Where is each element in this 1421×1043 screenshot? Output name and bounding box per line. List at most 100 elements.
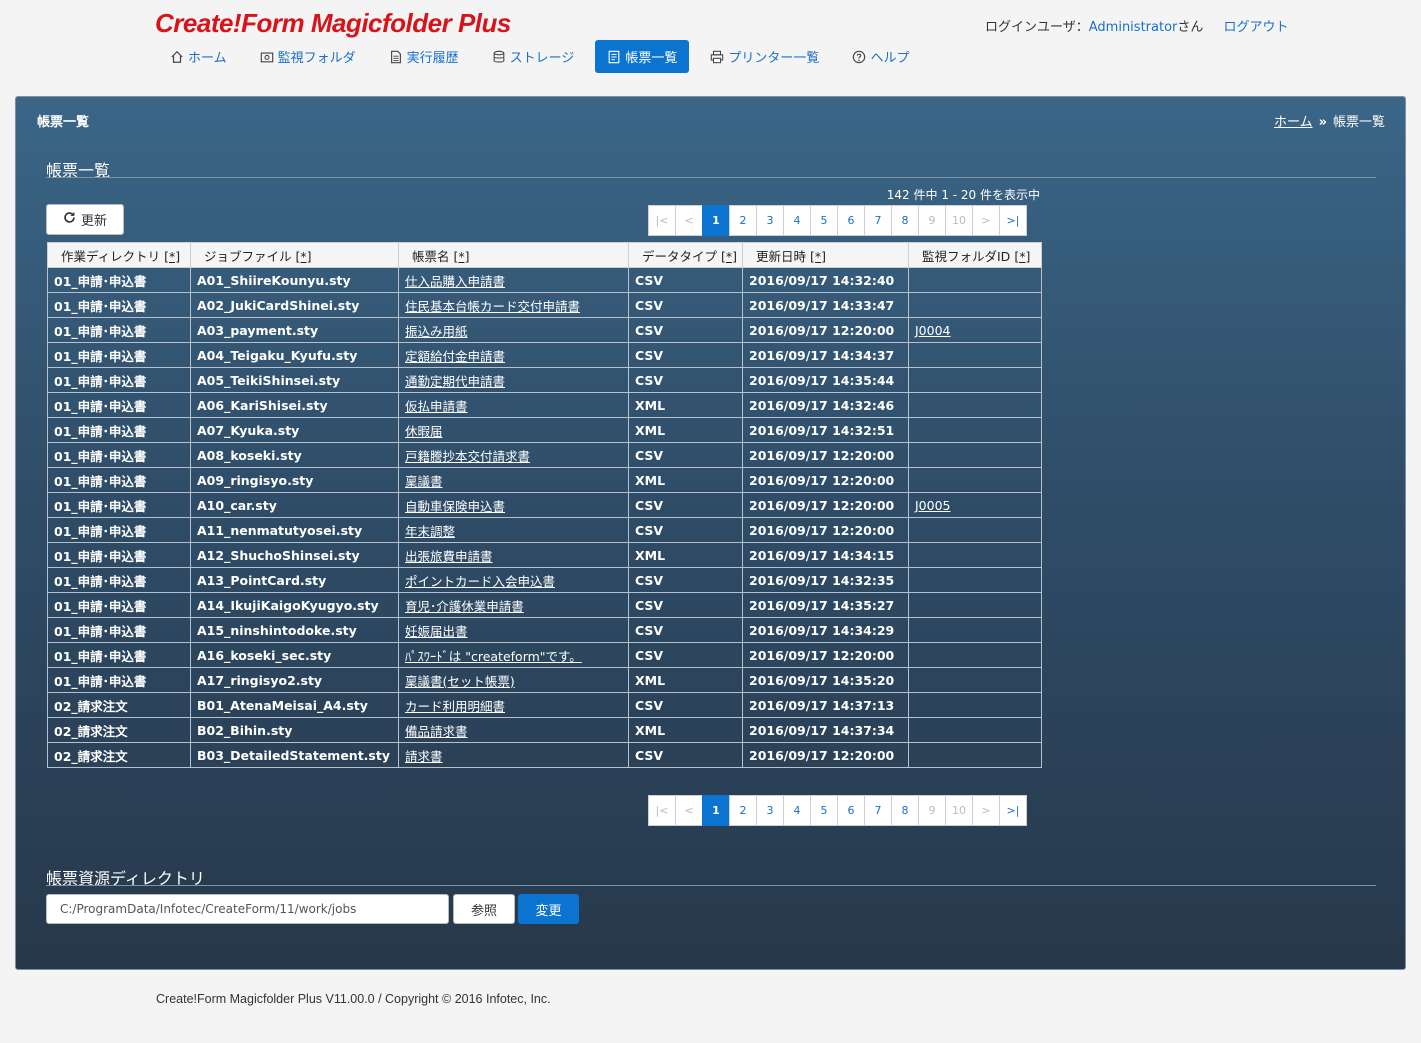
table-row: 01_申請･申込書 A10_car.sty 自動車保険申込書 CSV 2016/09/1…	[47, 492, 1042, 518]
work-dir-cell: 01_申請･申込書	[47, 567, 191, 593]
nav-history[interactable]: 実行履歴	[377, 40, 471, 73]
column-header-label: 更新日時	[756, 248, 807, 264]
form-name-link[interactable]: カード利用明細書	[398, 692, 629, 718]
logout-link[interactable]: ログアウト	[1224, 20, 1289, 35]
watch-folder-id-link[interactable]: J0005	[908, 492, 1042, 518]
form-name-link[interactable]: 振込み用紙	[398, 317, 629, 343]
form-name-link[interactable]: 請求書	[398, 742, 629, 768]
page-link[interactable]: 1	[702, 205, 730, 236]
form-name-link[interactable]: 通勤定期代申請書	[398, 367, 629, 393]
job-file-cell: B01_AtenaMeisai_A4.sty	[190, 692, 399, 718]
form-name-link[interactable]: 自動車保険申込書	[398, 492, 629, 518]
sort-link[interactable]: [*]	[296, 249, 312, 264]
work-dir-cell: 01_申請･申込書	[47, 542, 191, 568]
form-name-link[interactable]: 備品請求書	[398, 717, 629, 743]
work-dir-cell: 01_申請･申込書	[47, 592, 191, 618]
page-link: 9	[918, 205, 946, 236]
page-link[interactable]: 6	[837, 795, 865, 826]
job-file-cell: A16_koseki_sec.sty	[190, 642, 399, 668]
table-row: 01_申請･申込書 A17_ringisyo2.sty 稟議書(セット帳票) XML 2…	[47, 667, 1042, 693]
form-name-link[interactable]: 稟議書	[398, 467, 629, 493]
sort-link[interactable]: [*]	[1014, 249, 1030, 264]
page-link[interactable]: 8	[891, 205, 919, 236]
table-row: 02_請求注文 B02_Bihin.sty 備品請求書 XML 2016/09/17 1…	[47, 717, 1042, 743]
page-link[interactable]: 2	[729, 205, 757, 236]
sort-link[interactable]: [*]	[810, 249, 826, 264]
watch-folder-id-link	[908, 567, 1042, 593]
watch-folder-id-link[interactable]: J0004	[908, 317, 1042, 343]
job-file-cell: A01_ShiireKounyu.sty	[190, 267, 399, 293]
sort-link[interactable]: [*]	[164, 249, 180, 264]
page-link[interactable]: 6	[837, 205, 865, 236]
page-link[interactable]: 7	[864, 795, 892, 826]
form-name-link[interactable]: 年末調整	[398, 517, 629, 543]
sort-link[interactable]: [*]	[454, 249, 470, 264]
sort-link[interactable]: [*]	[721, 249, 737, 264]
table-row: 01_申請･申込書 A14_IkujiKaigoKyugyo.sty 育児･介護休業…	[47, 592, 1042, 618]
watch-folder-id-link	[908, 392, 1042, 418]
page-link[interactable]: 1	[702, 795, 730, 826]
form-name-link[interactable]: ポイントカード入会申込書	[398, 567, 629, 593]
data-type-cell: CSV	[628, 267, 743, 293]
form-name-link[interactable]: 育児･介護休業申請書	[398, 592, 629, 618]
form-name-link[interactable]: 戸籍謄抄本交付請求書	[398, 442, 629, 468]
data-type-cell: CSV	[628, 642, 743, 668]
nav-forms[interactable]: 帳票一覧	[595, 40, 690, 73]
page-link[interactable]: 5	[810, 205, 838, 236]
form-name-link[interactable]: ﾊﾟｽﾜｰﾄﾞは "createform"です。	[398, 642, 629, 668]
form-name-link[interactable]: 稟議書(セット帳票)	[398, 667, 629, 693]
page-link[interactable]: 7	[864, 205, 892, 236]
table-row: 01_申請･申込書 A13_PointCard.sty ポイントカード入会申込書 CS…	[47, 567, 1042, 593]
page-link: >	[972, 205, 1000, 236]
page-link[interactable]: 3	[756, 795, 784, 826]
app-logo[interactable]: Create!Form Magicfolder Plus	[155, 8, 511, 39]
watch-folder-id-link	[908, 617, 1042, 643]
updated-at-cell: 2016/09/17 12:20:00	[742, 517, 909, 543]
data-type-cell: CSV	[628, 692, 743, 718]
form-name-link[interactable]: 仮払申請書	[398, 392, 629, 418]
nav-watch[interactable]: 監視フォルダ	[248, 40, 368, 73]
page-link[interactable]: 8	[891, 795, 919, 826]
table-row: 01_申請･申込書 A06_KariShisei.sty 仮払申請書 XML 2016/…	[47, 392, 1042, 418]
table-header-row: 作業ディレクトリ [*] ジョブファイル [*] 帳票名 [*] データタイプ [*] 更新日時…	[47, 242, 1042, 268]
form-name-link[interactable]: 妊娠届出書	[398, 617, 629, 643]
form-name-link[interactable]: 定額給付金申請書	[398, 342, 629, 368]
user-name-link[interactable]: Administrator	[1089, 20, 1178, 35]
form-name-link[interactable]: 仕入品購入申請書	[398, 267, 629, 293]
page-link[interactable]: >|	[999, 205, 1027, 236]
resource-path-input[interactable]: C:/ProgramData/Infotec/CreateForm/11/wor…	[46, 894, 449, 924]
updated-at-cell: 2016/09/17 14:32:46	[742, 392, 909, 418]
nav-storage[interactable]: ストレージ	[480, 40, 587, 73]
form-name-link[interactable]: 出張旅費申請書	[398, 542, 629, 568]
updated-at-cell: 2016/09/17 14:33:47	[742, 292, 909, 318]
data-type-cell: XML	[628, 542, 743, 568]
updated-at-cell: 2016/09/17 14:35:44	[742, 367, 909, 393]
nav-printers[interactable]: プリンター一覧	[698, 40, 831, 73]
page-link[interactable]: 3	[756, 205, 784, 236]
nav-label: ストレージ	[509, 51, 575, 66]
watch-folder-id-link	[908, 417, 1042, 443]
section-divider	[46, 885, 1376, 886]
column-header: 帳票名 [*]	[398, 242, 629, 268]
page-link[interactable]: 2	[729, 795, 757, 826]
page-link: |<	[648, 205, 676, 236]
refresh-button[interactable]: 更新	[46, 204, 124, 235]
form-name-link[interactable]: 休暇届	[398, 417, 629, 443]
breadcrumb-home-link[interactable]: ホーム	[1274, 115, 1313, 130]
form-name-link[interactable]: 住民基本台帳カード交付申請書	[398, 292, 629, 318]
nav-help[interactable]: ヘルプ	[840, 40, 921, 73]
work-dir-cell: 02_請求注文	[47, 717, 191, 743]
updated-at-cell: 2016/09/17 14:34:37	[742, 342, 909, 368]
page-link[interactable]: >|	[999, 795, 1027, 826]
column-header: データタイプ [*]	[628, 242, 743, 268]
column-header: 監視フォルダID [*]	[908, 242, 1042, 268]
page-link[interactable]: 4	[783, 205, 811, 236]
watch-folder-id-link	[908, 292, 1042, 318]
page-link[interactable]: 4	[783, 795, 811, 826]
nav-home[interactable]: ホーム	[158, 40, 239, 73]
table-row: 01_申請･申込書 A05_TeikiShinsei.sty 通勤定期代申請書 CSV…	[47, 367, 1042, 393]
page-link[interactable]: 5	[810, 795, 838, 826]
browse-button[interactable]: 参照	[453, 894, 515, 924]
watch-folder-id-link	[908, 717, 1042, 743]
change-button[interactable]: 変更	[518, 894, 579, 924]
